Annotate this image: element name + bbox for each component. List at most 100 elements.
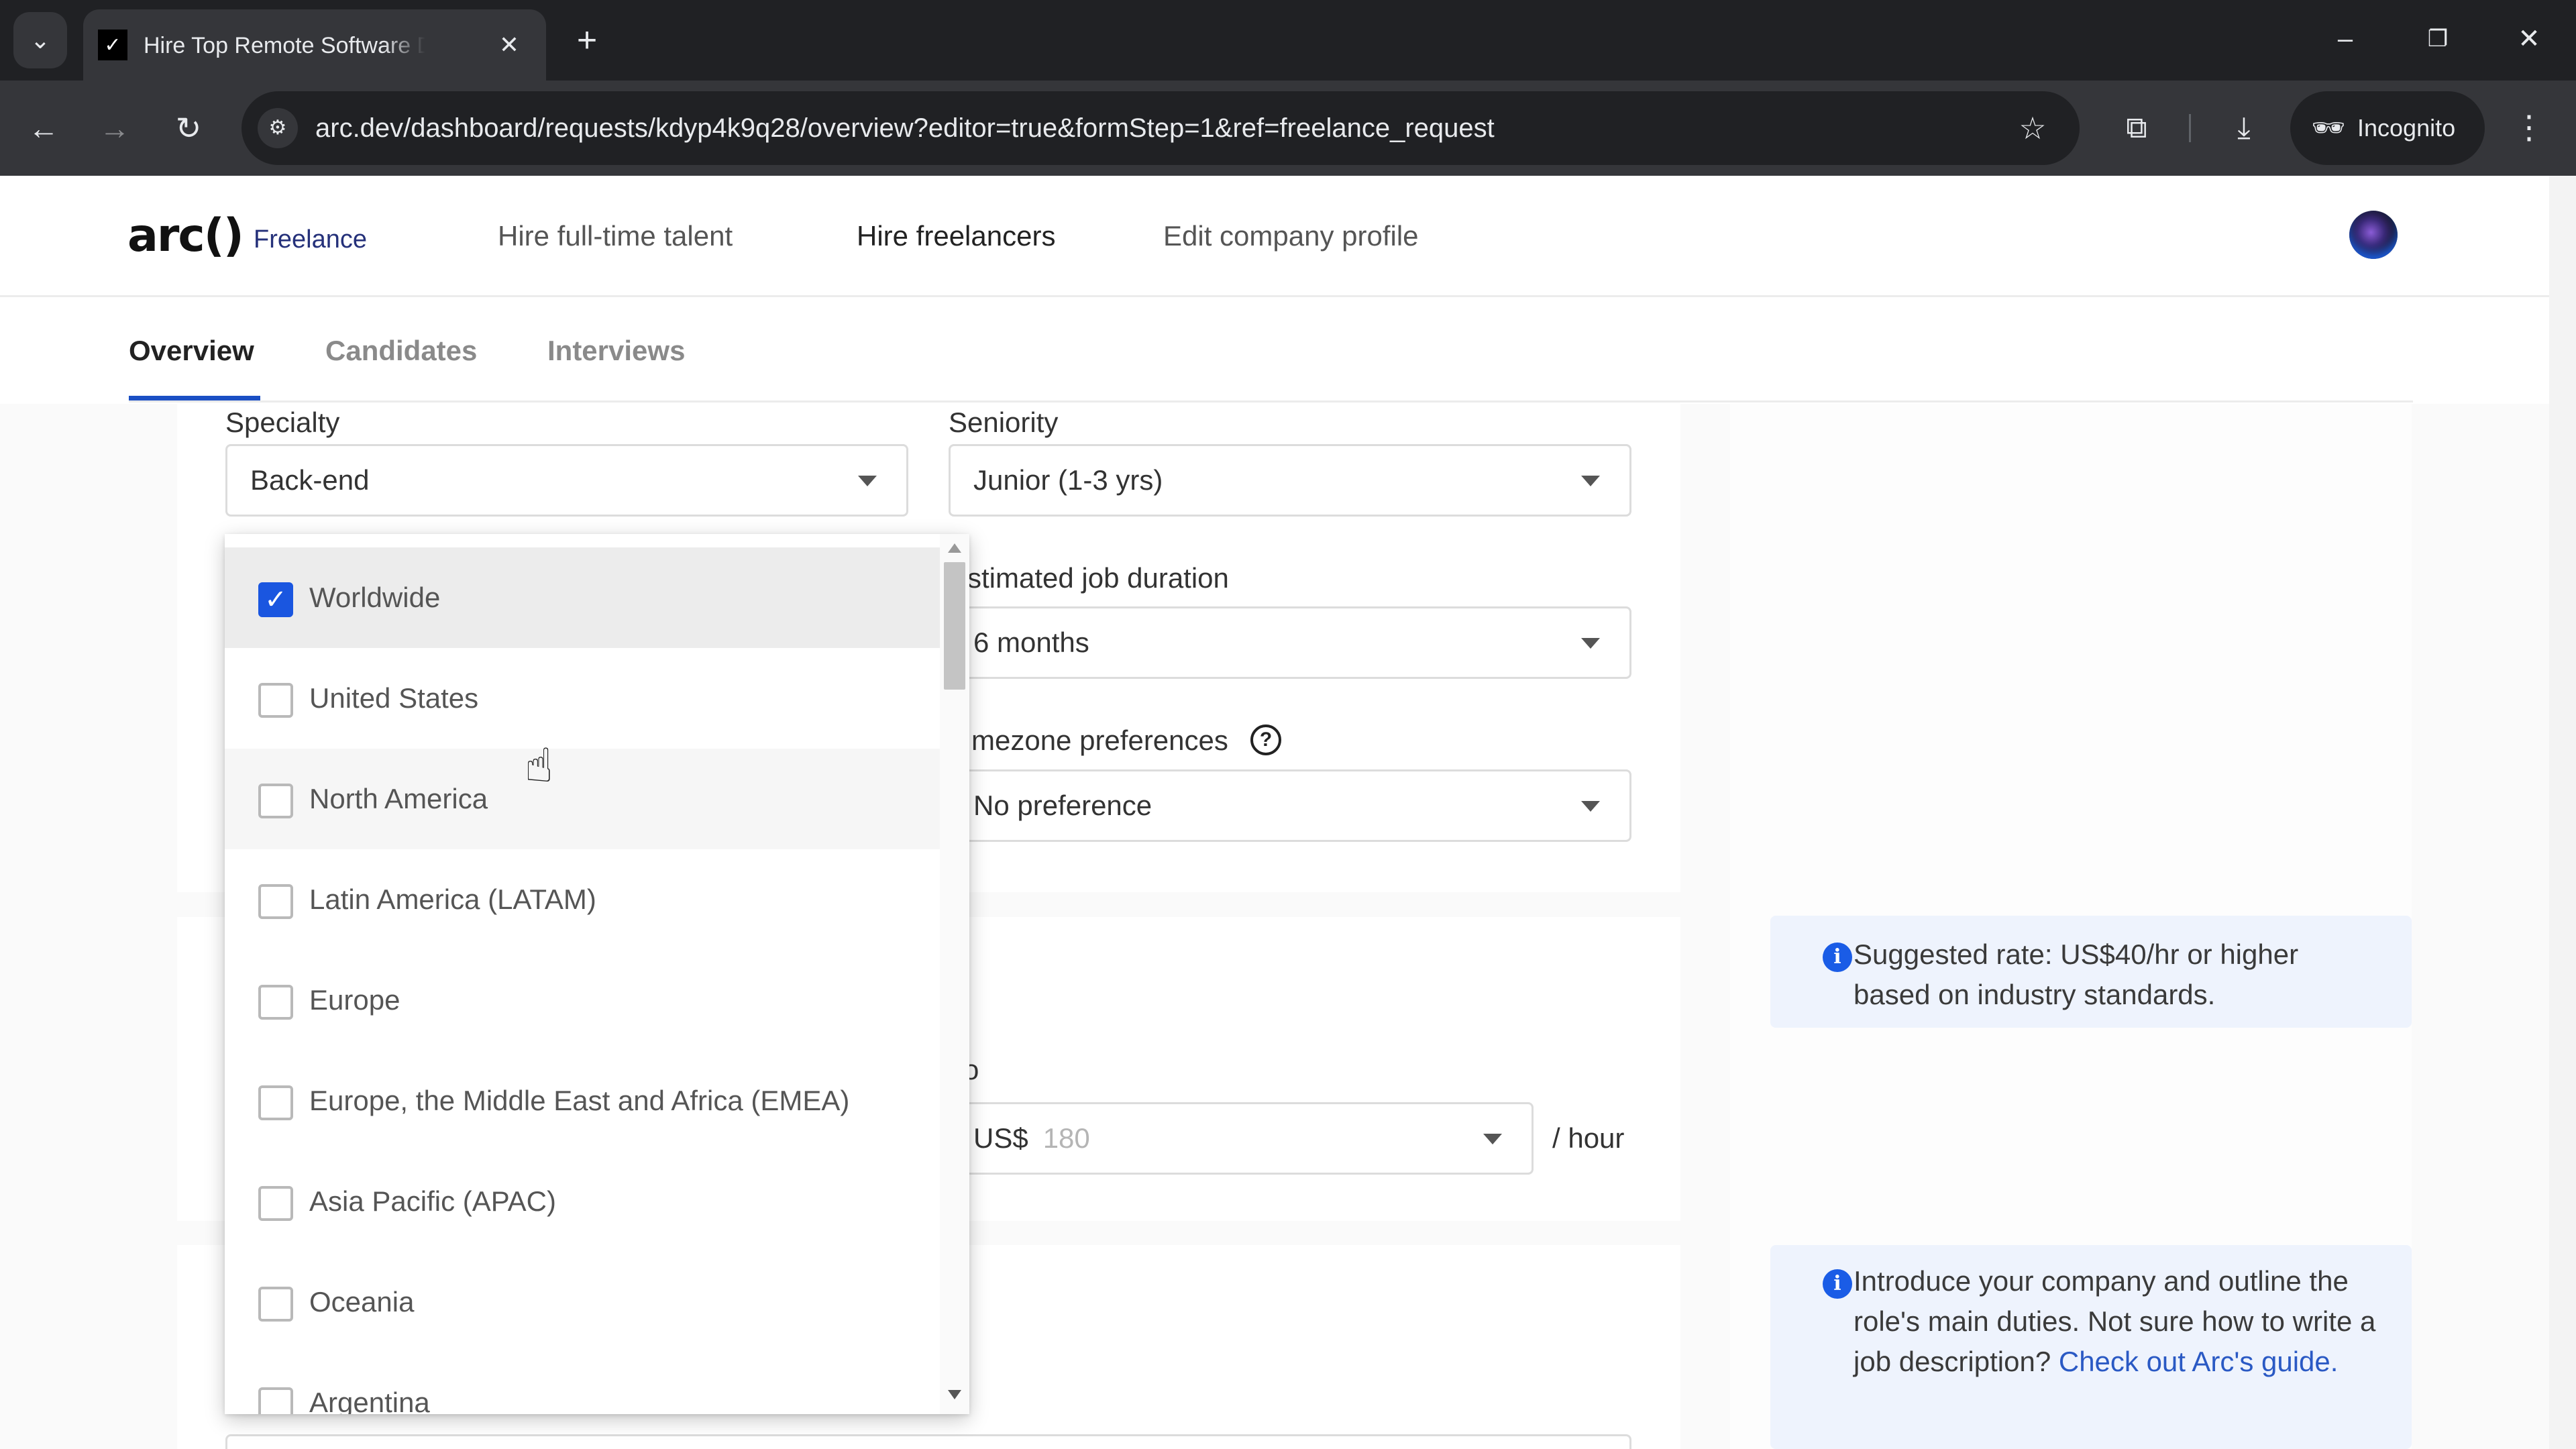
specialty-select[interactable]: Back-end <box>225 444 908 517</box>
help-icon[interactable]: ? <box>1250 724 1281 755</box>
specialty-label: Specialty <box>225 407 340 438</box>
specialty-value: Back-end <box>250 464 370 496</box>
nav-hire-freelancers[interactable]: Hire freelancers <box>857 216 1055 256</box>
duration-select[interactable]: 6 months <box>949 606 1631 679</box>
tab-interviews[interactable]: Interviews <box>547 331 685 371</box>
info-icon: i <box>1823 943 1852 972</box>
tabs-divider <box>129 400 2413 402</box>
dropdown-scrollbar[interactable] <box>940 534 969 1414</box>
tab-title: Hire Top Remote Software Developers <box>144 33 425 58</box>
option-label: Europe <box>309 984 400 1016</box>
caret-down-icon <box>1581 476 1600 486</box>
description-input[interactable] <box>225 1434 1631 1449</box>
rate-value: US$ 180 <box>973 1104 1090 1173</box>
rate-tip-box: i Suggested rate: US$40/hr or higher bas… <box>1770 916 2412 1028</box>
rate-placeholder: 180 <box>1042 1122 1090 1154</box>
checkbox[interactable] <box>258 985 293 1020</box>
location-option-europe[interactable]: Europe <box>225 950 940 1051</box>
timezone-select[interactable]: No preference <box>949 769 1631 842</box>
incognito-label: Incognito <box>2357 114 2456 142</box>
incognito-indicator[interactable]: 🕶 Incognito <box>2290 91 2485 165</box>
address-bar[interactable]: ⚙ arc.dev/dashboard/requests/kdyp4k9q28/… <box>241 91 2080 165</box>
checkbox-checked[interactable]: ✓ <box>258 582 293 617</box>
option-label: Worldwide <box>309 582 441 613</box>
download-icon[interactable]: ⤓ <box>2220 105 2267 152</box>
checkbox[interactable] <box>258 1085 293 1120</box>
checkbox[interactable] <box>258 1186 293 1221</box>
forward-icon[interactable]: → <box>91 105 138 152</box>
option-label: North America <box>309 783 488 814</box>
checkbox[interactable] <box>258 1287 293 1322</box>
description-tip-text: Introduce your company and outline the r… <box>1854 1261 2404 1382</box>
reload-icon[interactable]: ↻ <box>165 105 212 152</box>
checkbox[interactable] <box>258 784 293 818</box>
back-icon[interactable]: ← <box>20 105 67 152</box>
location-option-north-america[interactable]: North America <box>225 749 940 849</box>
arc-logo[interactable]: arc() <box>127 209 244 263</box>
location-option-argentina[interactable]: Argentina <box>225 1352 940 1414</box>
close-tab-icon[interactable]: ✕ <box>492 28 526 62</box>
page-scrollbar[interactable] <box>2549 176 2576 1449</box>
option-label: Latin America (LATAM) <box>309 883 596 915</box>
location-dropdown[interactable]: ✓ Worldwide United States North America … <box>225 534 969 1414</box>
extensions-icon[interactable]: ⧉ <box>2113 105 2160 152</box>
new-tab-button[interactable]: + <box>570 20 604 60</box>
chevron-down-icon: ⌄ <box>30 26 51 54</box>
seniority-select[interactable]: Junior (1-3 yrs) <box>949 444 1631 517</box>
arc-favicon-icon: ✓ <box>98 30 127 60</box>
rate-currency: US$ <box>973 1122 1028 1154</box>
option-label: Oceania <box>309 1286 415 1318</box>
description-tip-box: i Introduce your company and outline the… <box>1770 1245 2412 1449</box>
bookmark-star-icon[interactable]: ☆ <box>2012 108 2053 148</box>
tab-candidates[interactable]: Candidates <box>325 331 477 371</box>
location-option-apac[interactable]: Asia Pacific (APAC) <box>225 1151 940 1252</box>
logo-product-label: Freelance <box>254 225 367 254</box>
tab-search-button[interactable]: ⌄ <box>13 12 67 68</box>
active-tab-indicator <box>129 396 260 400</box>
location-option-worldwide[interactable]: ✓ Worldwide <box>225 547 940 648</box>
rate-input[interactable]: US$ 180 <box>949 1102 1534 1175</box>
scrollbar-thumb[interactable] <box>944 562 965 690</box>
location-option-united-states[interactable]: United States <box>225 648 940 749</box>
rate-unit-label: / hour <box>1552 1122 1625 1154</box>
request-tabs: Overview Candidates Interviews <box>0 297 2549 404</box>
seniority-label: Seniority <box>949 407 1059 438</box>
scroll-down-arrow-icon[interactable] <box>948 1390 961 1399</box>
user-avatar[interactable] <box>2349 211 2398 259</box>
checkbox[interactable] <box>258 683 293 718</box>
browser-tab-strip: ⌄ ✓ Hire Top Remote Software Developers … <box>0 0 2576 80</box>
info-icon: i <box>1823 1269 1852 1299</box>
scroll-up-arrow-icon[interactable] <box>948 543 961 553</box>
location-option-latam[interactable]: Latin America (LATAM) <box>225 849 940 950</box>
caret-down-icon <box>1483 1134 1502 1144</box>
timezone-label: mezone preferences <box>971 724 1228 756</box>
browser-toolbar: ← → ↻ ⚙ arc.dev/dashboard/requests/kdyp4… <box>0 80 2576 176</box>
tips-column: i Suggested rate: US$40/hr or higher bas… <box>1730 404 2412 1449</box>
caret-down-icon <box>1581 638 1600 649</box>
nav-edit-company-profile[interactable]: Edit company profile <box>1163 216 1419 256</box>
restore-icon[interactable]: ❐ <box>2418 19 2458 59</box>
caret-down-icon <box>858 476 877 486</box>
location-option-emea[interactable]: Europe, the Middle East and Africa (EMEA… <box>225 1051 940 1151</box>
incognito-icon: 🕶 <box>2311 113 2346 143</box>
duration-label: stimated job duration <box>967 562 1229 594</box>
timezone-value: No preference <box>973 790 1152 821</box>
app-header: arc() Freelance Hire full-time talent Hi… <box>0 176 2549 297</box>
minimize-icon[interactable]: – <box>2325 19 2365 59</box>
checkbox[interactable] <box>258 1387 293 1414</box>
hand-pointer-cursor-icon: ☝ <box>525 739 553 792</box>
site-info-icon[interactable]: ⚙ <box>258 108 298 148</box>
url-text[interactable]: arc.dev/dashboard/requests/kdyp4k9q28/ov… <box>315 91 1495 165</box>
job-description-guide-link[interactable]: Check out Arc's guide. <box>2059 1346 2339 1377</box>
close-window-icon[interactable]: ✕ <box>2509 19 2549 59</box>
browser-tab-active[interactable]: ✓ Hire Top Remote Software Developers ✕ <box>83 9 546 80</box>
browser-menu-icon[interactable]: ⋮ <box>2509 105 2549 152</box>
checkbox[interactable] <box>258 884 293 919</box>
option-label: Argentina <box>309 1387 430 1414</box>
location-option-oceania[interactable]: Oceania <box>225 1252 940 1352</box>
option-label: Asia Pacific (APAC) <box>309 1185 556 1217</box>
tab-overview[interactable]: Overview <box>129 331 254 371</box>
location-options: ✓ Worldwide United States North America … <box>225 547 940 1414</box>
caret-down-icon <box>1581 801 1600 812</box>
nav-hire-full-time[interactable]: Hire full-time talent <box>498 216 733 256</box>
